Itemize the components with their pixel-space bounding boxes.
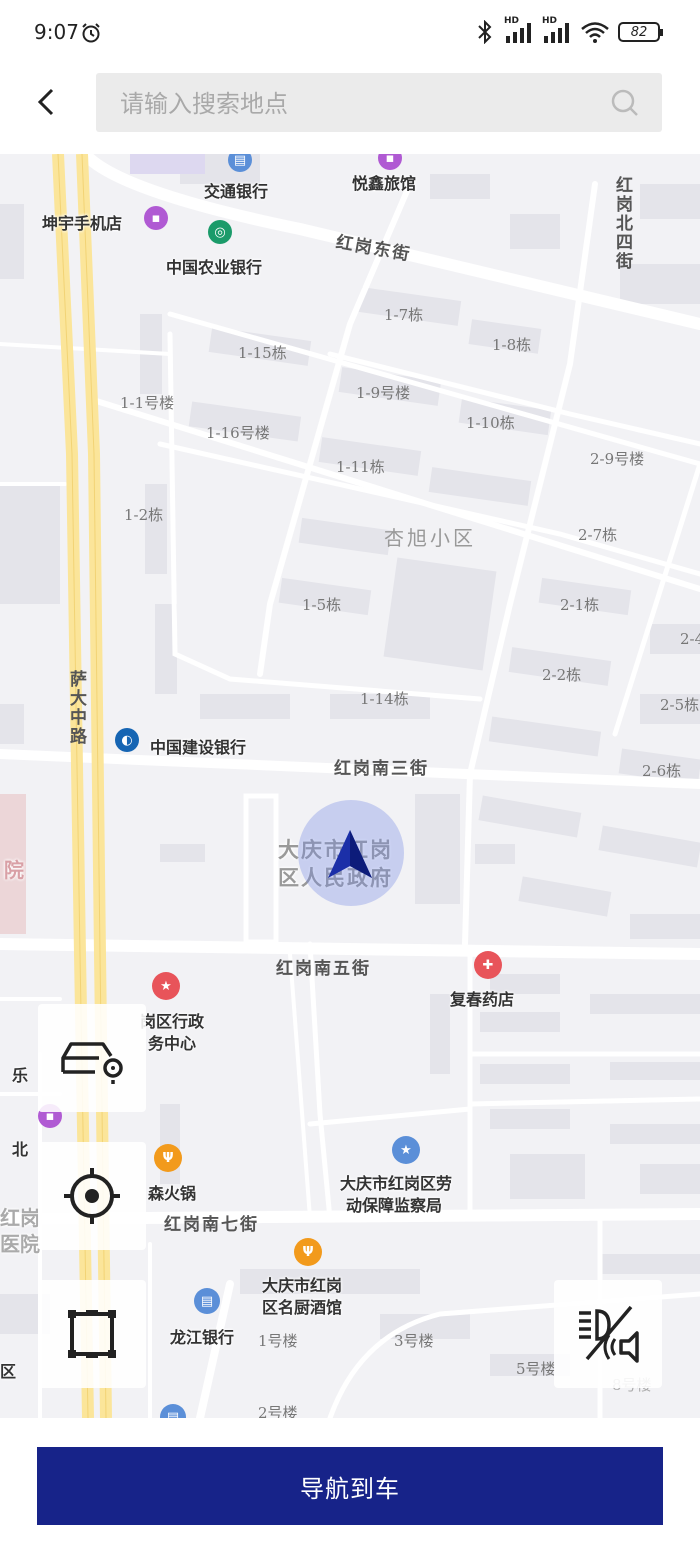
alarm-icon bbox=[82, 23, 100, 43]
shop-pin-icon[interactable]: ▪ bbox=[144, 206, 168, 230]
wifi-icon bbox=[581, 22, 609, 43]
signal-icon-2: HD bbox=[542, 16, 572, 44]
building-label: 1号楼 bbox=[258, 1332, 298, 1350]
building-label: 2号楼 bbox=[258, 1404, 298, 1418]
poi-labor-2[interactable]: 动保障监察局 bbox=[346, 1192, 442, 1216]
pharmacy-pin-icon[interactable]: ✚ bbox=[474, 951, 502, 979]
labor-pin-icon[interactable]: ★ bbox=[392, 1136, 420, 1164]
building-label: 1-1号楼 bbox=[120, 394, 175, 412]
poi-restaurant-1[interactable]: 大庆市红岗 bbox=[262, 1272, 342, 1296]
hotpot-pin-icon[interactable]: Ψ bbox=[154, 1144, 182, 1172]
back-button[interactable] bbox=[30, 84, 62, 120]
street-label-sa-da-zhong: 萨大中路 bbox=[66, 670, 86, 746]
locate-me-button[interactable] bbox=[38, 1142, 146, 1250]
status-icons: HD HD 82 bbox=[474, 16, 663, 44]
building-label: 1-8栋 bbox=[492, 336, 532, 354]
poi-left-edge-3: 红岗 bbox=[0, 1206, 40, 1230]
building-label: 1-2栋 bbox=[124, 506, 164, 524]
poi-jianshe-bank[interactable]: 中国建设银行 bbox=[150, 734, 246, 758]
building-label: 5号楼 bbox=[516, 1360, 556, 1378]
navigate-to-car-button[interactable]: 导航到车 bbox=[37, 1447, 663, 1525]
building-label: 1-9号楼 bbox=[356, 384, 411, 402]
poi-nongye-bank[interactable]: 中国农业银行 bbox=[166, 254, 262, 278]
building-label: 1-15栋 bbox=[238, 344, 287, 362]
fit-view-button[interactable] bbox=[38, 1280, 146, 1388]
building-label: 2-7栋 bbox=[578, 526, 618, 544]
poi-longjiang-bank[interactable]: 龙江银行 bbox=[170, 1324, 234, 1348]
footer: 导航到车 bbox=[0, 1418, 700, 1555]
building-label: 1-11栋 bbox=[336, 458, 385, 476]
header bbox=[0, 64, 700, 154]
street-label-hong-gang-nan-qi: 红岗南七街 bbox=[164, 1215, 259, 1235]
signal-icon-1: HD bbox=[504, 16, 534, 44]
building-label: 2-6栋 bbox=[642, 762, 682, 780]
car-location-button[interactable] bbox=[38, 1004, 146, 1112]
building-label: 2-4 bbox=[680, 630, 700, 648]
bluetooth-icon bbox=[478, 20, 492, 44]
poi-hotpot[interactable]: 森火锅 bbox=[148, 1180, 196, 1204]
frame-icon bbox=[68, 1310, 116, 1358]
poi-restaurant-2[interactable]: 区名厨酒馆 bbox=[262, 1294, 342, 1318]
poi-left-edge-1: 乐 bbox=[12, 1066, 29, 1085]
poi-kunyu-phone[interactable]: 坤宇手机店 bbox=[42, 210, 122, 234]
street-label-hong-gang-bei-si: 红岗北四街 bbox=[612, 176, 632, 271]
status-time: 9:07 bbox=[34, 20, 79, 44]
poi-admin-center-1[interactable]: 岗区行政 bbox=[140, 1008, 204, 1032]
poi-fuchun-pharmacy[interactable]: 复春药店 bbox=[450, 986, 514, 1010]
poi-left-edge-4: 医院 bbox=[0, 1232, 40, 1256]
search-box[interactable] bbox=[96, 73, 662, 134]
back-arrow-icon bbox=[37, 88, 54, 116]
building-label: 1-10栋 bbox=[466, 414, 515, 432]
poi-left-edge-6: 区 bbox=[0, 1362, 17, 1381]
restaurant-pin-icon[interactable]: Ψ bbox=[294, 1238, 322, 1266]
car-location-icon bbox=[61, 1042, 123, 1084]
building-label: 1-16号楼 bbox=[206, 424, 270, 442]
abc-bank-pin-icon[interactable]: ◎ bbox=[208, 220, 232, 244]
building-label: 2-2栋 bbox=[542, 666, 582, 684]
search-icon[interactable] bbox=[610, 88, 640, 118]
longjiang-bank-pin-icon[interactable]: ▤ bbox=[194, 1288, 220, 1314]
ccb-bank-pin-icon[interactable]: ◐ bbox=[115, 728, 139, 752]
building-label: 2-1栋 bbox=[560, 596, 600, 614]
poi-labor-1[interactable]: 大庆市红岗区劳 bbox=[340, 1170, 452, 1194]
light-horn-icon bbox=[579, 1305, 639, 1363]
poi-admin-center-2[interactable]: 务中心 bbox=[148, 1030, 196, 1054]
search-input[interactable] bbox=[118, 73, 592, 134]
poi-left-edge-5: 院 bbox=[4, 858, 24, 882]
status-bar: 9:07 HD HD 82 bbox=[0, 0, 700, 64]
map-view[interactable]: 红岗东街 红岗南三街 红岗南五街 红岗南七街 红岗北四街 萨大中路 杏旭小区 ▤… bbox=[0, 154, 700, 1418]
poi-yuexin-hotel[interactable]: 悦鑫旅馆 bbox=[352, 170, 416, 194]
street-label-hong-gang-nan-san: 红岗南三街 bbox=[334, 759, 429, 779]
flash-horn-button[interactable] bbox=[554, 1280, 662, 1388]
building-label: 2-5栋 bbox=[660, 696, 700, 714]
navigation-arrow-icon bbox=[328, 830, 372, 878]
battery-icon: 82 bbox=[618, 22, 663, 42]
building-label: 1-5栋 bbox=[302, 596, 342, 614]
area-label-xingxu: 杏旭小区 bbox=[384, 526, 476, 550]
building-label: 2-9号楼 bbox=[590, 450, 645, 468]
poi-jiaotong-bank[interactable]: 交通银行 bbox=[204, 178, 268, 202]
building-label: 1-7栋 bbox=[384, 306, 424, 324]
building-label: 1-14栋 bbox=[360, 690, 409, 708]
poi-left-edge-2: 北 bbox=[12, 1140, 29, 1159]
building-label: 3号楼 bbox=[394, 1332, 434, 1350]
street-label-hong-gang-nan-wu: 红岗南五街 bbox=[276, 959, 371, 979]
target-icon bbox=[64, 1168, 120, 1224]
admin-pin-icon[interactable]: ★ bbox=[152, 972, 180, 1000]
